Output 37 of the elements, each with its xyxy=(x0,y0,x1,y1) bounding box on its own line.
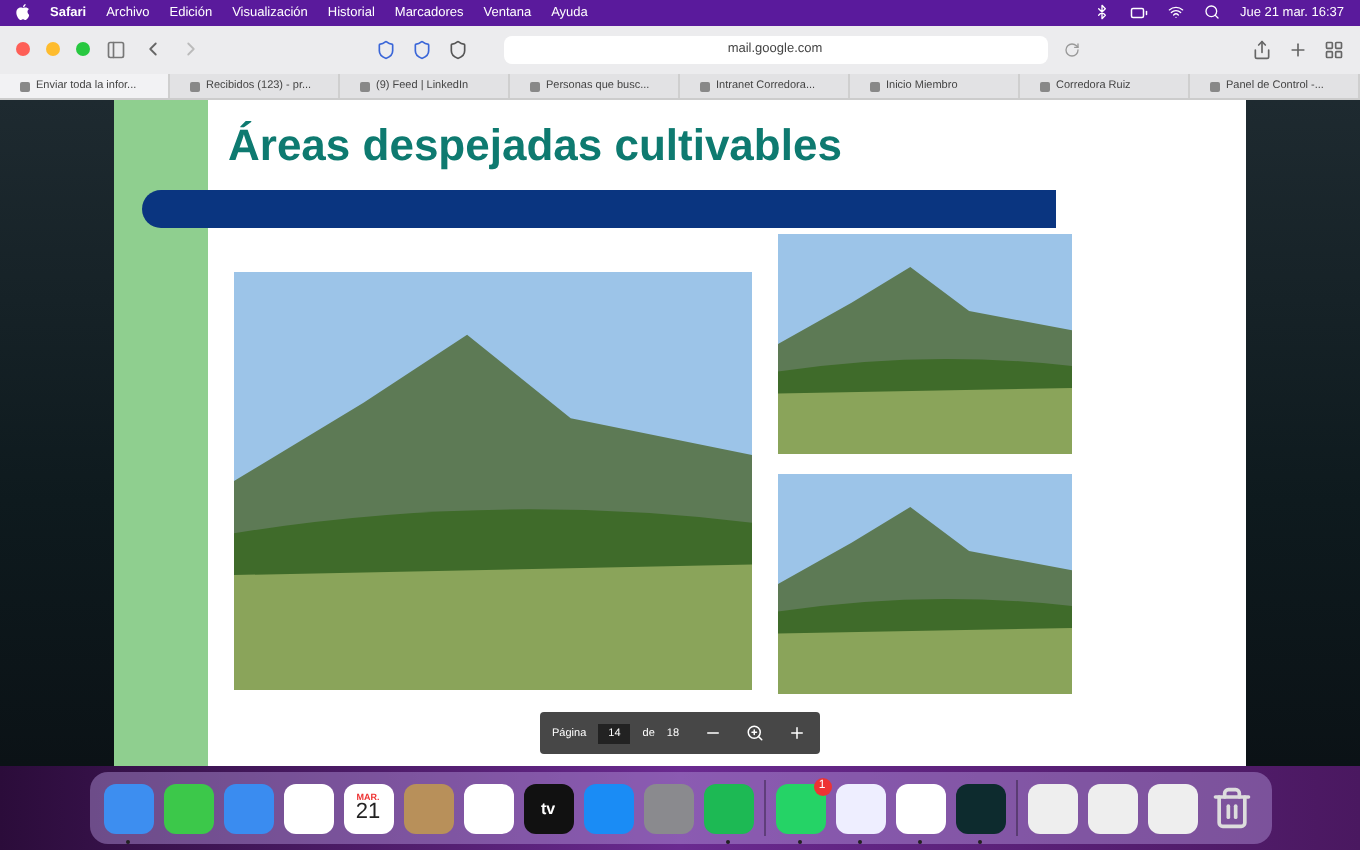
search-icon[interactable] xyxy=(1203,4,1220,21)
window-app-icon[interactable] xyxy=(1087,783,1137,834)
site-icon xyxy=(700,81,710,92)
bluetooth-icon[interactable] xyxy=(1093,4,1110,21)
window-app-icon[interactable] xyxy=(1147,783,1197,834)
shield-icon[interactable] xyxy=(375,39,395,60)
magnifier-icon xyxy=(745,724,764,743)
calendar-day: 21 xyxy=(355,802,381,825)
shield-icon[interactable] xyxy=(447,39,467,60)
site-icon xyxy=(1040,81,1050,92)
tv-app-icon[interactable]: tv xyxy=(523,783,573,834)
battery-icon[interactable] xyxy=(1129,3,1148,22)
trash-can-icon xyxy=(1210,786,1254,831)
close-button[interactable] xyxy=(16,42,30,57)
site-icon xyxy=(20,81,30,92)
share-icon[interactable] xyxy=(1252,39,1272,60)
wifi-icon[interactable] xyxy=(1167,4,1184,21)
site-icon xyxy=(190,81,200,92)
new-tab-icon[interactable] xyxy=(1288,39,1308,60)
tv-label: tv xyxy=(540,799,556,818)
tab-overview-icon[interactable] xyxy=(1324,39,1344,60)
window-app-icon[interactable] xyxy=(1027,783,1077,834)
site-icon xyxy=(870,81,880,92)
site-icon xyxy=(530,81,540,92)
slide-title: Áreas despejadas cultivables xyxy=(226,120,844,173)
site-icon xyxy=(360,81,370,92)
plus-icon xyxy=(787,724,806,743)
messages-app-icon[interactable] xyxy=(163,783,213,834)
shield-icon[interactable] xyxy=(411,39,431,60)
sidebar-icon[interactable] xyxy=(106,39,126,60)
zoom-in-button[interactable] xyxy=(787,724,806,743)
site-icon xyxy=(1210,81,1220,92)
apple-logo-icon[interactable] xyxy=(16,4,30,21)
zoom-button[interactable] xyxy=(745,724,764,743)
reminders-app-icon[interactable] xyxy=(463,783,513,834)
photos-app-icon[interactable] xyxy=(283,783,333,834)
reload-icon[interactable] xyxy=(1063,41,1079,58)
